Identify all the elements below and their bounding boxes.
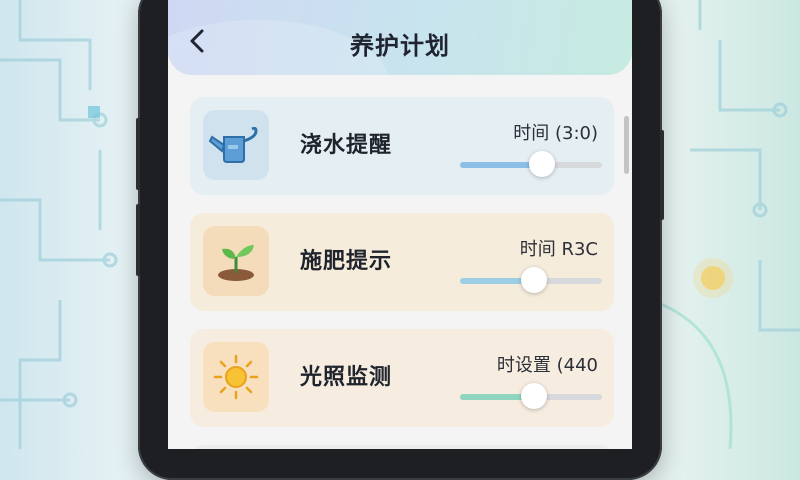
card-label: 施肥提示	[300, 249, 393, 274]
phone-side-button	[136, 204, 140, 276]
phone-power-button	[660, 130, 664, 220]
sun-icon	[213, 354, 259, 400]
card-label: 浇水提醒	[300, 133, 393, 158]
scrollbar-thumb[interactable]	[624, 116, 629, 174]
card-time-setting: 时设置 (440	[496, 355, 598, 376]
card-watering-reminder[interactable]: 浇水提醒 时间 (3:0)	[190, 97, 614, 195]
card-label: 光照监测	[300, 365, 393, 390]
watering-time-slider[interactable]	[460, 151, 602, 177]
card-light-monitoring[interactable]: 光照监测 时设置 (440	[190, 329, 614, 427]
icon-tile	[203, 110, 269, 180]
app-screen: 养护计划 浇水提醒 时间 (3:0) 施肥提示 时间 R3C 光照监测 时设置 …	[168, 0, 632, 449]
icon-tile	[203, 342, 269, 412]
slider-thumb[interactable]	[520, 267, 547, 293]
card-time-setting: 时间 (3:0)	[513, 123, 598, 144]
card-time-setting: 时间 R3C	[519, 239, 598, 260]
page-title: 养护计划	[350, 32, 450, 60]
fertilizer-time-slider[interactable]	[460, 267, 602, 293]
slider-thumb[interactable]	[520, 383, 547, 409]
slider-thumb[interactable]	[529, 151, 556, 177]
sprout-icon	[218, 245, 254, 281]
card-partial[interactable]	[190, 445, 614, 449]
watering-can-icon	[208, 126, 258, 163]
phone-side-button	[136, 118, 140, 190]
light-time-slider[interactable]	[460, 383, 602, 409]
card-fertilizer-reminder[interactable]: 施肥提示 时间 R3C	[190, 213, 614, 311]
icon-tile	[203, 226, 269, 296]
header-bar: 养护计划	[168, 0, 632, 75]
